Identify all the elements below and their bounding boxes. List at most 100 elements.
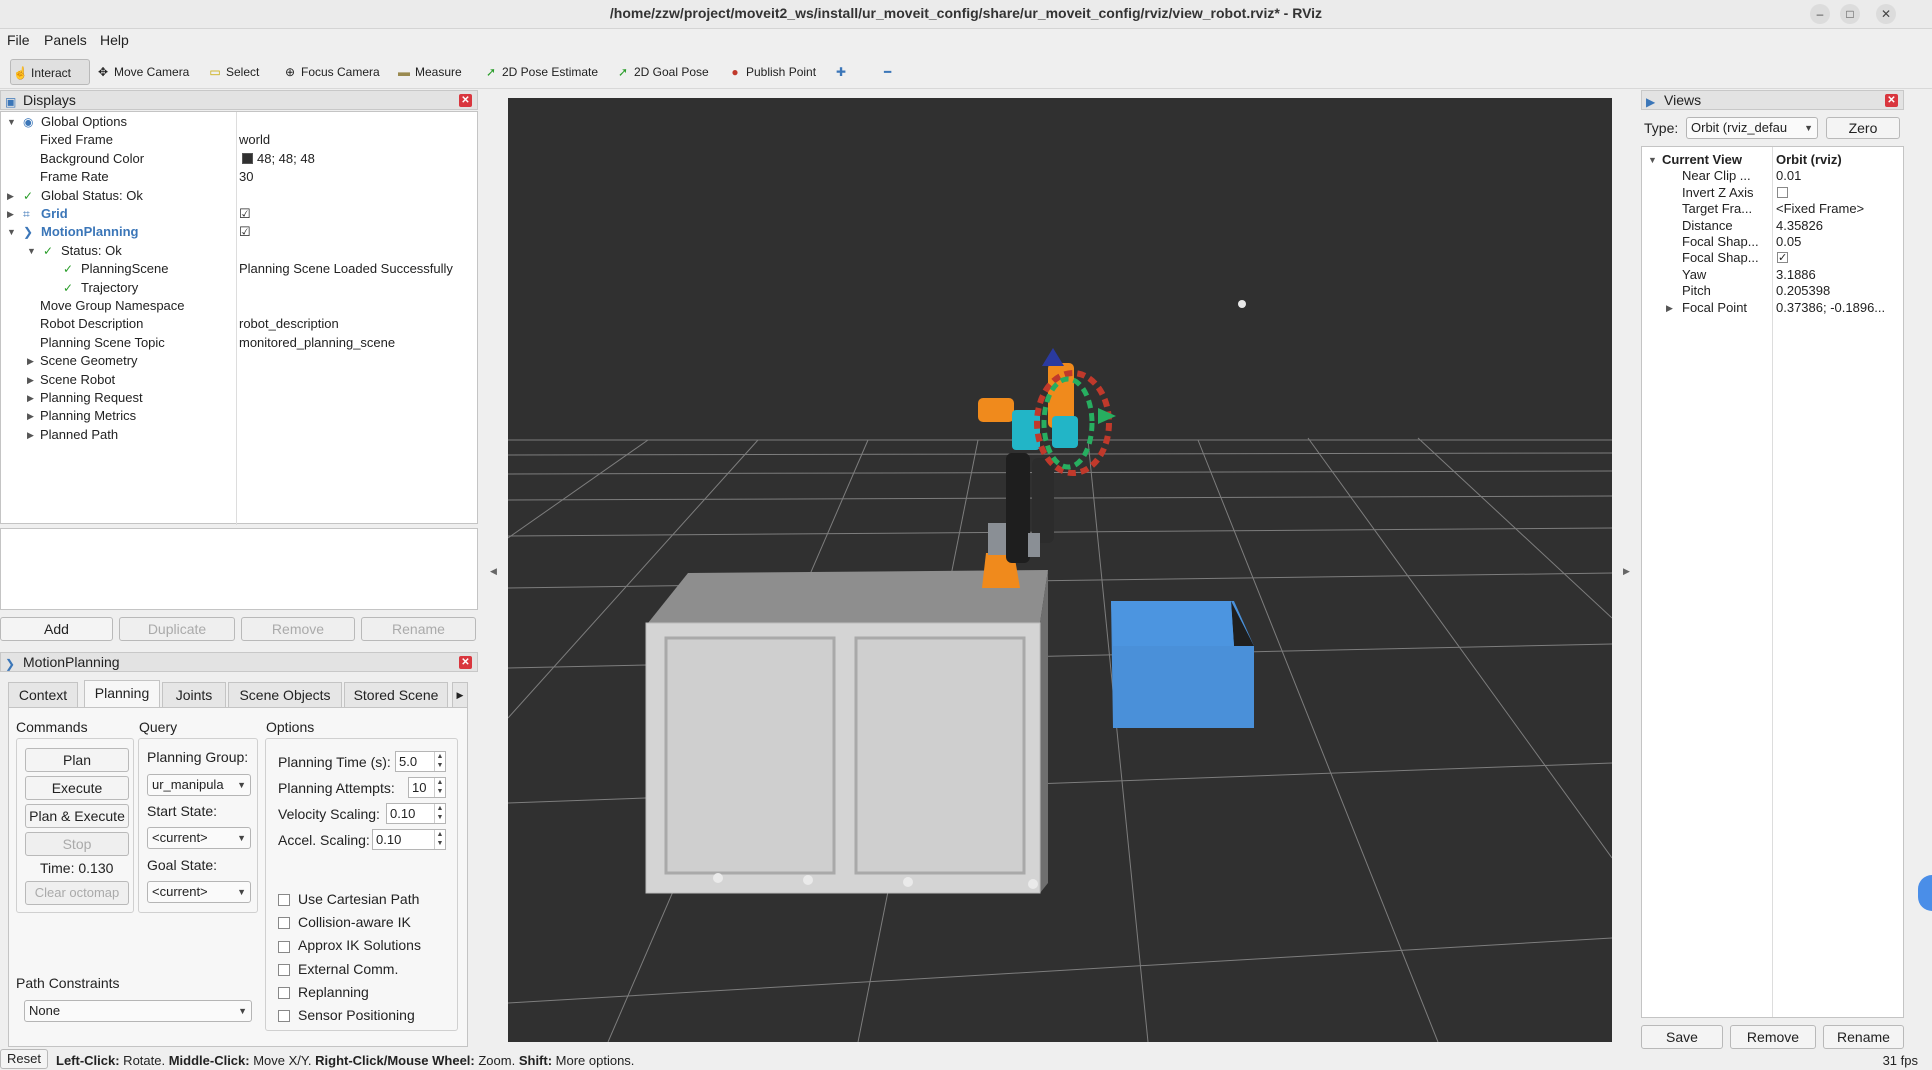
display-row[interactable]: ✓ ▼ Status: Ok	[1, 242, 477, 260]
view-property-row[interactable]: Invert Z Axis	[1642, 184, 1903, 202]
planning-group-select[interactable]: ur_manipula ▼	[147, 774, 251, 796]
view-property-row[interactable]: Target Fra... <Fixed Frame>	[1642, 200, 1903, 218]
checkbox-icon[interactable]	[278, 940, 290, 953]
reset-button[interactable]: Reset	[0, 1049, 48, 1069]
display-row[interactable]: ▶ Planning Metrics	[1, 407, 477, 425]
tab-scroll-right-icon[interactable]: ▶	[452, 682, 468, 708]
spin-arrows-icon[interactable]: ▲ ▼	[434, 752, 445, 771]
remove-display-button[interactable]: Remove	[241, 617, 355, 641]
tool-interact[interactable]: ☝ Interact	[10, 59, 90, 85]
view-property-row[interactable]: Yaw 3.1886	[1642, 266, 1903, 284]
view-property-row[interactable]: Distance 4.35826	[1642, 217, 1903, 235]
accel-scaling-input[interactable]: 0.10 ▲ ▼	[372, 829, 446, 850]
close-icon[interactable]: ✕	[459, 656, 472, 669]
option-checkbox[interactable]: Use Cartesian Path	[278, 891, 419, 907]
3d-viewport[interactable]	[508, 98, 1612, 1042]
checkbox-icon[interactable]	[278, 894, 290, 907]
checkbox-icon[interactable]	[278, 917, 290, 930]
expand-arrow-icon[interactable]: ▶	[7, 205, 14, 223]
spin-arrows-icon[interactable]: ▲ ▼	[434, 778, 445, 797]
start-state-select[interactable]: <current> ▼	[147, 827, 251, 849]
expand-arrow-icon[interactable]: ▼	[7, 113, 16, 131]
clear-octomap-button[interactable]: Clear octomap	[25, 881, 129, 905]
color-swatch[interactable]	[242, 153, 253, 164]
view-property-row[interactable]: Focal Shap... ✓	[1642, 249, 1903, 267]
stop-button[interactable]: Stop	[25, 832, 129, 856]
tool-select[interactable]: ▭ Select	[206, 59, 259, 85]
display-row[interactable]: ◉ ▼ Global Options	[1, 113, 477, 131]
display-row[interactable]: ❯ ▼ MotionPlanning ☑	[1, 223, 477, 241]
close-icon[interactable]: ✕	[1885, 94, 1898, 107]
display-row[interactable]: ▶ Scene Robot	[1, 371, 477, 389]
tab-scene-objects[interactable]: Scene Objects	[228, 682, 342, 708]
display-row[interactable]: ✓ Trajectory	[1, 279, 477, 297]
zero-button[interactable]: Zero	[1826, 117, 1900, 139]
display-row[interactable]: ⌗ ▶ Grid ☑	[1, 205, 477, 223]
minimize-button[interactable]: –	[1810, 4, 1830, 24]
display-row[interactable]: Move Group Namespace	[1, 297, 477, 315]
display-value[interactable]: ☑	[239, 205, 251, 223]
expand-arrow-icon[interactable]: ▶	[27, 407, 34, 425]
planning-attempts-input[interactable]: 10 ▲ ▼	[408, 777, 446, 798]
checkbox-icon[interactable]	[278, 963, 290, 976]
rename-view-button[interactable]: Rename	[1823, 1025, 1904, 1049]
expand-arrow-icon[interactable]: ▼	[7, 223, 16, 241]
close-icon[interactable]: ✕	[459, 94, 472, 107]
expand-arrow-icon[interactable]: ▶	[27, 389, 34, 407]
display-row[interactable]: Planning Scene Topic monitored_planning_s…	[1, 334, 477, 352]
display-row[interactable]: Robot Description robot_description	[1, 315, 477, 333]
checkbox-icon[interactable]: ✓	[1777, 252, 1788, 264]
expand-arrow-icon[interactable]: ▶	[27, 352, 34, 370]
remove-tool-button[interactable]: ━	[884, 59, 891, 85]
expand-arrow-icon[interactable]: ▼	[1648, 151, 1657, 169]
maximize-button[interactable]: □	[1840, 4, 1860, 24]
expand-arrow-icon[interactable]: ▶	[7, 187, 14, 205]
display-row[interactable]: ▶ Planned Path	[1, 426, 477, 444]
checkbox-icon[interactable]	[278, 1010, 290, 1023]
tool-measure[interactable]: ▬ Measure	[395, 59, 462, 85]
tool-move-camera[interactable]: ✥ Move Camera	[94, 59, 189, 85]
view-property-row[interactable]: Focal Shap... 0.05	[1642, 233, 1903, 251]
menu-help[interactable]: Help	[100, 32, 129, 48]
add-tool-button[interactable]: ✚	[836, 59, 846, 85]
expand-arrow-icon[interactable]: ▶	[27, 426, 34, 444]
add-display-button[interactable]: Add	[0, 617, 113, 641]
tool-2d-goal-pose[interactable]: ➚ 2D Goal Pose	[614, 59, 709, 85]
tool-2d-pose-estimate[interactable]: ➚ 2D Pose Estimate	[482, 59, 598, 85]
display-row[interactable]: ▶ Planning Request	[1, 389, 477, 407]
plan-execute-button[interactable]: Plan & Execute	[25, 804, 129, 828]
option-checkbox[interactable]: Approx IK Solutions	[278, 937, 421, 953]
display-row[interactable]: ✓ PlanningScene Planning Scene Loaded Succ…	[1, 260, 477, 278]
save-view-button[interactable]: Save	[1641, 1025, 1723, 1049]
view-property-row[interactable]: Near Clip ... 0.01	[1642, 167, 1903, 185]
plan-button[interactable]: Plan	[25, 748, 129, 772]
menu-panels[interactable]: Panels	[44, 32, 87, 48]
spin-arrows-icon[interactable]: ▲ ▼	[434, 830, 445, 849]
tab-planning[interactable]: Planning	[84, 680, 160, 707]
side-float-button[interactable]	[1918, 875, 1932, 911]
option-checkbox[interactable]: Sensor Positioning	[278, 1007, 415, 1023]
tool-publish-point[interactable]: ● Publish Point	[726, 59, 816, 85]
tool-focus-camera[interactable]: ⊕ Focus Camera	[281, 59, 380, 85]
view-type-select[interactable]: Orbit (rviz_defau ▼	[1686, 117, 1818, 139]
checkbox-icon[interactable]	[278, 987, 290, 1000]
path-constraints-select[interactable]: None ▼	[24, 1000, 252, 1022]
close-window-button[interactable]: ✕	[1876, 4, 1896, 24]
collapse-right-icon[interactable]: ▶	[1623, 566, 1630, 577]
expand-arrow-icon[interactable]: ▼	[27, 242, 36, 260]
option-checkbox[interactable]: Replanning	[278, 984, 369, 1000]
duplicate-display-button[interactable]: Duplicate	[119, 617, 235, 641]
option-checkbox[interactable]: External Comm.	[278, 961, 398, 977]
expand-arrow-icon[interactable]: ▶	[1666, 299, 1673, 317]
checkbox-icon[interactable]	[1777, 186, 1788, 198]
view-property-row[interactable]: ▼ Current View Orbit (rviz)	[1642, 151, 1903, 169]
remove-view-button[interactable]: Remove	[1730, 1025, 1816, 1049]
rename-display-button[interactable]: Rename	[361, 617, 476, 641]
velocity-scaling-input[interactable]: 0.10 ▲ ▼	[386, 803, 446, 824]
display-row[interactable]: Background Color 48; 48; 48	[1, 150, 477, 168]
display-row[interactable]: ✓ ▶ Global Status: Ok	[1, 187, 477, 205]
view-property-row[interactable]: ▶ Focal Point 0.37386; -0.1896...	[1642, 299, 1903, 317]
option-checkbox[interactable]: Collision-aware IK	[278, 914, 411, 930]
display-row[interactable]: Fixed Frame world	[1, 131, 477, 149]
goal-state-select[interactable]: <current> ▼	[147, 881, 251, 903]
